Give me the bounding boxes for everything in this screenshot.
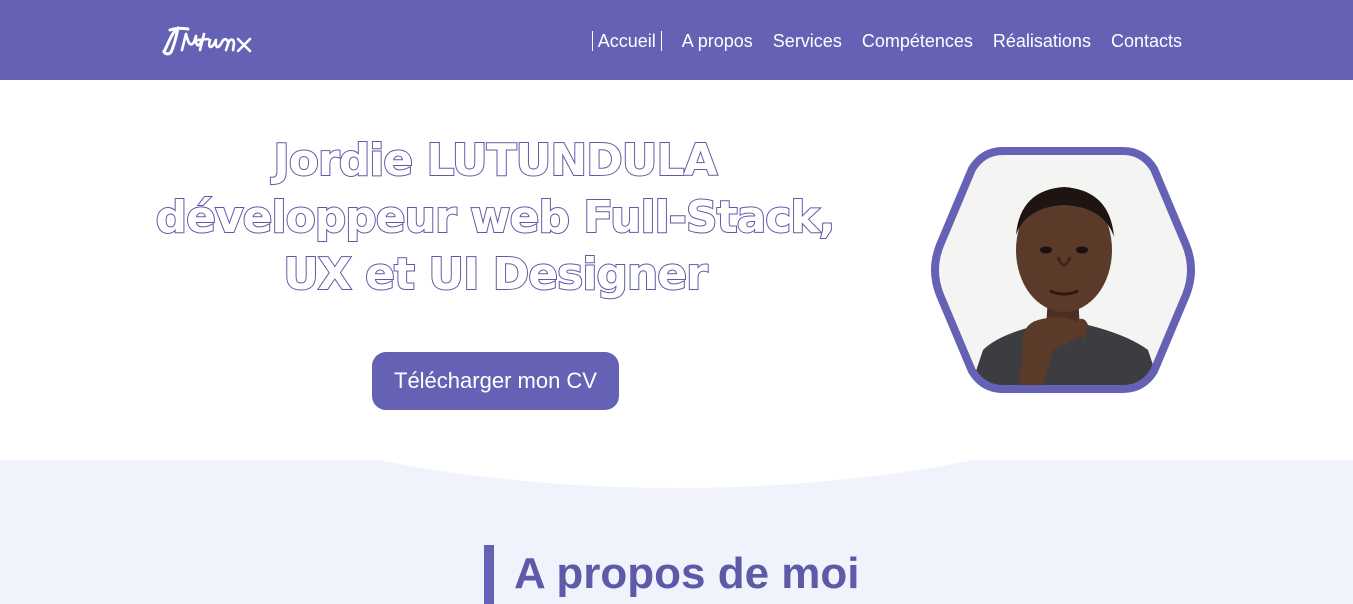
hero-title-line: UX et UI Designer: [282, 248, 709, 301]
nav-item-contacts[interactable]: Contacts: [1111, 30, 1182, 52]
about-title-accent-bar: [484, 545, 494, 604]
nav-item-realisations[interactable]: Réalisations: [993, 30, 1091, 52]
profile-photo-icon: [931, 147, 1195, 393]
nav-item-competences[interactable]: Compétences: [862, 30, 973, 52]
profile-photo: [928, 145, 1198, 395]
section-divider-curve: [0, 460, 1353, 488]
hero-title-line: Jordie LUTUNDULA: [272, 134, 718, 187]
nav-item-a-propos[interactable]: A propos: [682, 30, 753, 52]
hero-title-line: développeur web Full-Stack,: [155, 191, 837, 244]
nav-item-services[interactable]: Services: [773, 30, 842, 52]
download-cv-button[interactable]: Télécharger mon CV: [372, 352, 619, 410]
site-logo[interactable]: [158, 22, 258, 58]
about-title: A propos de moi: [514, 549, 860, 598]
navbar: Accueil A propos Services Compétences Ré…: [0, 0, 1353, 80]
nav-item-accueil[interactable]: Accueil: [591, 31, 662, 51]
logo-signature-icon: [162, 26, 252, 56]
main-nav: Accueil A propos Services Compétences Ré…: [591, 29, 1182, 53]
hero-title: Jordie LUTUNDULA développeur web Full-St…: [150, 132, 840, 303]
